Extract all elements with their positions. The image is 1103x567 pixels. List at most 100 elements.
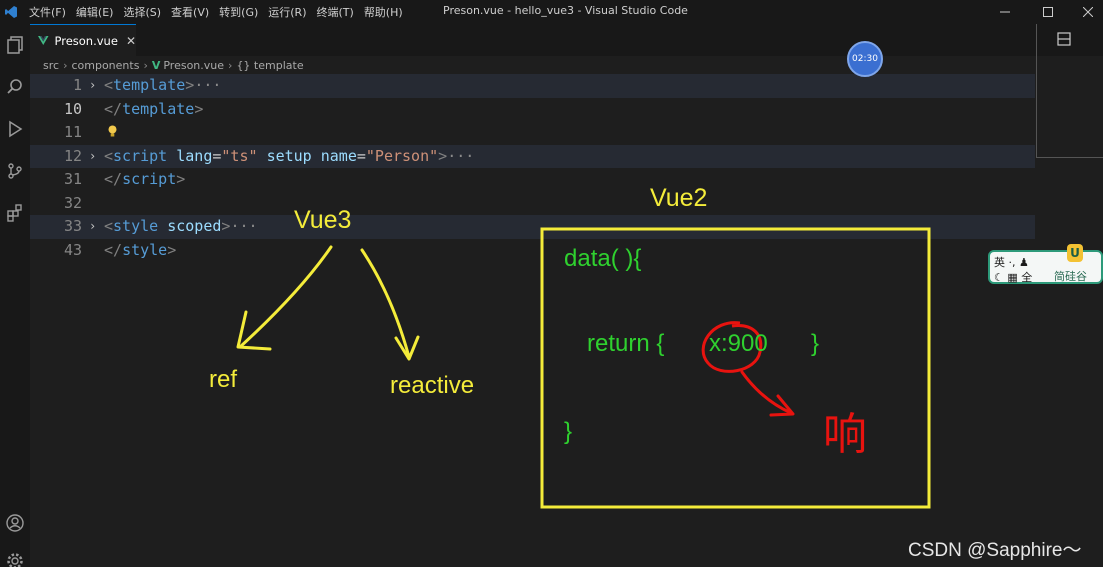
code-token: </ [104, 240, 123, 259]
code-token: ··· [194, 76, 222, 94]
code-token: > [176, 170, 186, 188]
menu-file[interactable]: 文件(F) [24, 4, 71, 20]
fold-chevron-icon[interactable]: › [89, 74, 96, 98]
code-text: </template> [104, 98, 203, 122]
chevron-right-icon: › [143, 58, 148, 72]
code-line[interactable]: 12 › <script lang="ts" setup name="Person"… [30, 144, 1035, 169]
code-token: ··· [447, 146, 475, 165]
fold-chevron-icon[interactable]: › [89, 215, 96, 239]
code-token: < [104, 217, 114, 235]
code-text: </style> [104, 239, 176, 263]
code-token: template [122, 99, 195, 118]
code-token: < [104, 146, 114, 165]
ime-status-line1: 英 ·, ♟ [994, 256, 1029, 269]
code-editor[interactable]: 1 › <template>··· 10 </template> 11 12 › <script… [30, 74, 1035, 567]
code-token: "ts" [221, 146, 258, 165]
data-line1: data( ){ [564, 245, 642, 272]
code-line[interactable]: 31 </script> [30, 168, 1035, 192]
code-token: ··· [230, 217, 258, 235]
code-token: > [194, 99, 204, 118]
breadcrumb-template[interactable]: {} template [236, 59, 303, 72]
menu-selection[interactable]: 选择(S) [118, 4, 166, 20]
vue-file-icon: V [151, 58, 161, 72]
code-token: script [122, 170, 177, 188]
breadcrumb: src › components › V Preson.vue › {} tem… [43, 58, 304, 72]
activity-bar [0, 24, 30, 567]
menu-run[interactable]: 运行(R) [263, 4, 311, 20]
tab-close-icon[interactable]: ✕ [126, 34, 136, 48]
code-token: > [185, 76, 195, 94]
breadcrumb-src[interactable]: src [43, 59, 59, 72]
red-handwriting: 响 [823, 410, 867, 459]
line-number: 10 [63, 99, 82, 118]
code-line[interactable]: 10 </template> [30, 98, 1035, 122]
code-line[interactable]: 11 [30, 121, 1035, 145]
fold-chevron-icon[interactable]: › [89, 145, 96, 169]
data-close-inner: } [811, 330, 820, 357]
editor-tab-bar: Preson.vue ✕ [30, 24, 1103, 56]
extensions-icon[interactable] [0, 198, 30, 228]
minimize-button[interactable] [985, 0, 1025, 24]
code-token: "Person" [365, 146, 439, 165]
menu-terminal[interactable]: 终端(T) [312, 4, 359, 20]
code-token: style [113, 217, 159, 235]
lightbulb-icon[interactable] [108, 125, 117, 138]
ime-brand: 简硅谷 [1054, 270, 1087, 283]
code-token: </ [104, 99, 123, 118]
line-number: 33 [63, 217, 82, 235]
code-text: <style scoped>··· [104, 215, 258, 239]
menu-bar: 文件(F) 编辑(E) 选择(S) 查看(V) 转到(G) 运行(R) 终端(T… [24, 4, 408, 20]
settings-gear-icon[interactable] [0, 546, 30, 567]
minimize-icon [1000, 11, 1010, 13]
code-token: = [356, 146, 366, 165]
code-token: > [438, 146, 448, 165]
vue-file-icon [38, 36, 49, 45]
close-icon [1083, 7, 1093, 17]
code-line[interactable]: 32 [30, 192, 1035, 216]
code-token: setup [266, 146, 312, 165]
minimap[interactable] [1036, 24, 1103, 158]
menu-help[interactable]: 帮助(H) [359, 4, 408, 20]
breadcrumb-file[interactable]: Preson.vue [163, 59, 224, 72]
close-window-button[interactable] [1068, 0, 1103, 24]
line-number: 32 [63, 193, 82, 212]
watermark: CSDN @Sapphire～ [908, 540, 1082, 561]
window-title: Preson.vue - hello_vue3 - Visual Studio … [443, 4, 688, 17]
menu-go[interactable]: 转到(G) [214, 4, 263, 20]
line-number: 1 [72, 76, 82, 94]
line-number: 31 [63, 170, 82, 188]
menu-edit[interactable]: 编辑(E) [71, 4, 119, 20]
explorer-icon[interactable] [0, 30, 30, 60]
restore-button[interactable] [1028, 0, 1068, 24]
breadcrumb-components[interactable]: components [71, 59, 139, 72]
code-token: name [320, 146, 357, 165]
ime-toolbar[interactable]: 英 ·, ♟ ☾ ▦ 全 简硅谷 U [988, 244, 1103, 284]
account-icon[interactable] [0, 508, 30, 538]
tab-preson-vue[interactable]: Preson.vue ✕ [30, 24, 136, 56]
code-line[interactable]: 43 </style> [30, 239, 1035, 263]
code-text: <template>··· [104, 74, 221, 98]
restore-icon [1043, 7, 1053, 17]
vscode-logo-icon [2, 3, 20, 21]
code-token: </ [104, 170, 123, 188]
code-token: lang [176, 146, 213, 165]
code-text: </script> [104, 168, 185, 192]
data-close: } [564, 418, 573, 445]
tab-label: Preson.vue [54, 33, 118, 48]
code-line[interactable]: 1 › <template>··· [30, 74, 1035, 98]
line-number: 12 [63, 146, 82, 165]
search-icon[interactable] [0, 72, 30, 102]
data-value: x:900 [709, 330, 768, 357]
ime-badge-icon: U [1067, 244, 1083, 262]
code-line[interactable]: 33 › <style scoped>··· [30, 215, 1035, 239]
code-text: <script lang="ts" setup name="Person">··… [104, 145, 474, 169]
run-debug-icon[interactable] [0, 114, 30, 144]
menu-view[interactable]: 查看(V) [166, 4, 214, 20]
ime-status-line2: ☾ ▦ 全 [994, 271, 1033, 284]
source-control-icon[interactable] [0, 156, 30, 186]
code-token: template [113, 76, 186, 94]
vue2-label: Vue2 [650, 184, 708, 212]
